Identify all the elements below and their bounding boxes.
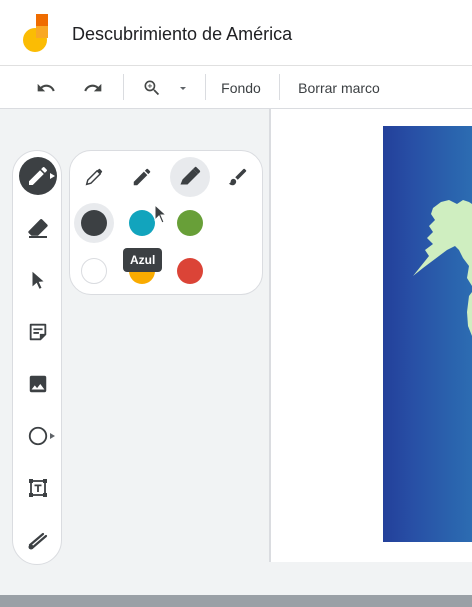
pen-type-brush-button[interactable] [218, 157, 258, 197]
highlighter-icon [180, 166, 201, 185]
marker-icon [133, 168, 151, 186]
pen-icon [85, 168, 103, 186]
sticky-note-tool-button[interactable] [19, 313, 57, 351]
america-map-image[interactable] [383, 126, 472, 542]
select-tool-button[interactable] [19, 261, 57, 299]
bottom-scrollbar[interactable] [0, 595, 472, 607]
redo-icon [84, 83, 102, 92]
color-swatch-green[interactable] [170, 203, 210, 243]
submenu-arrow-icon [50, 173, 55, 179]
arrow-cursor-icon [32, 271, 44, 289]
color-dot [129, 210, 155, 236]
laser-tool-button[interactable] [19, 521, 57, 559]
main-toolbar: Fondo Borrar marco [0, 66, 472, 109]
zoom-in-icon [144, 80, 160, 96]
color-swatch-white[interactable] [74, 251, 114, 291]
toolbar-separator [123, 74, 124, 100]
zoom-button[interactable] [138, 74, 166, 102]
pen-type-highlighter-button[interactable] [170, 157, 210, 197]
zoom-dropdown-button[interactable] [174, 74, 192, 102]
circle-shape-icon [28, 426, 48, 446]
shape-tool-button[interactable] [19, 417, 57, 455]
redo-button[interactable] [79, 74, 107, 102]
undo-button[interactable] [32, 74, 60, 102]
brush-icon [228, 168, 247, 186]
pen-type-marker-button[interactable] [122, 157, 162, 197]
toolbar-separator [205, 74, 206, 100]
pen-icon [29, 166, 48, 185]
color-swatch-black[interactable] [74, 203, 114, 243]
color-dot [81, 258, 107, 284]
pen-options-panel [69, 150, 263, 295]
background-button[interactable]: Fondo [214, 74, 268, 102]
submenu-arrow-icon [50, 433, 55, 439]
alaska-land-shape [413, 200, 472, 336]
color-swatch-red[interactable] [170, 251, 210, 291]
eraser-tool-button[interactable] [19, 209, 57, 247]
laser-icon [28, 532, 48, 550]
mouse-pointer-icon [154, 204, 166, 224]
app-header: Descubrimiento de América [0, 0, 472, 66]
text-box-tool-button[interactable] [19, 469, 57, 507]
eraser-icon [28, 219, 48, 238]
color-dot [177, 210, 203, 236]
toolbar-separator [279, 74, 280, 100]
background-label: Fondo [221, 80, 261, 96]
color-dot [177, 258, 203, 284]
caret-down-icon [180, 87, 186, 90]
clear-frame-button[interactable]: Borrar marco [290, 74, 388, 102]
clear-frame-label: Borrar marco [298, 80, 380, 96]
sticky-note-icon [29, 323, 47, 341]
text-box-icon [29, 479, 47, 497]
image-icon [29, 375, 47, 393]
document-title[interactable]: Descubrimiento de América [72, 24, 292, 45]
jamboard-logo [23, 14, 48, 52]
side-toolbar [12, 150, 62, 565]
color-dot [81, 210, 107, 236]
image-tool-button[interactable] [19, 365, 57, 403]
color-tooltip: Azul [123, 248, 163, 272]
undo-icon [37, 83, 55, 92]
pen-type-pen-button[interactable] [74, 157, 114, 197]
pen-tool-button[interactable] [19, 157, 57, 195]
